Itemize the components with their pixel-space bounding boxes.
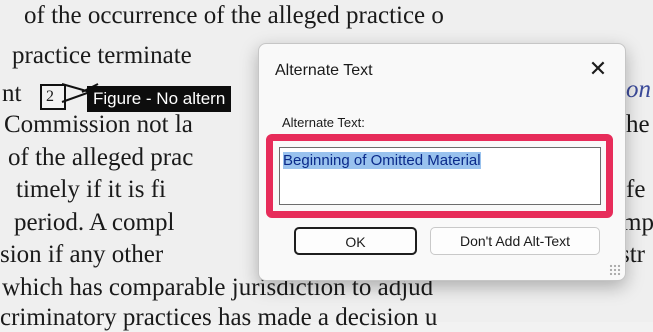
text-line: of the occurrence of the alleged practic… <box>24 2 444 29</box>
ok-button[interactable]: OK <box>294 227 417 255</box>
text-line: criminatory practices has made a decisio… <box>0 304 438 331</box>
dialog-title: Alternate Text <box>275 62 373 79</box>
text-line: timely if it is fi <box>16 176 166 203</box>
figure-number: 2 <box>46 88 54 105</box>
text-line: practice terminate <box>12 42 192 69</box>
text-line: Commission not la <box>4 111 193 138</box>
text-line: of the alleged prac <box>8 144 194 171</box>
text-line: period. A compl <box>14 209 175 236</box>
figure-tooltip: Figure - No altern <box>87 86 232 112</box>
alt-text-label: Alternate Text: <box>282 115 365 130</box>
text-fragment: mp <box>622 209 653 236</box>
text-fragment: he <box>626 111 650 138</box>
text-line: nt <box>2 80 22 107</box>
annotation-highlight-box <box>266 134 613 218</box>
dont-add-alt-text-button[interactable]: Don't Add Alt-Text <box>430 227 600 255</box>
resize-grip-icon[interactable] <box>609 264 621 276</box>
text-line: sion if any other <box>0 241 164 268</box>
text-fragment: on <box>626 76 651 103</box>
text-fragment: fe <box>626 176 646 203</box>
close-button[interactable]: ✕ <box>581 54 615 84</box>
